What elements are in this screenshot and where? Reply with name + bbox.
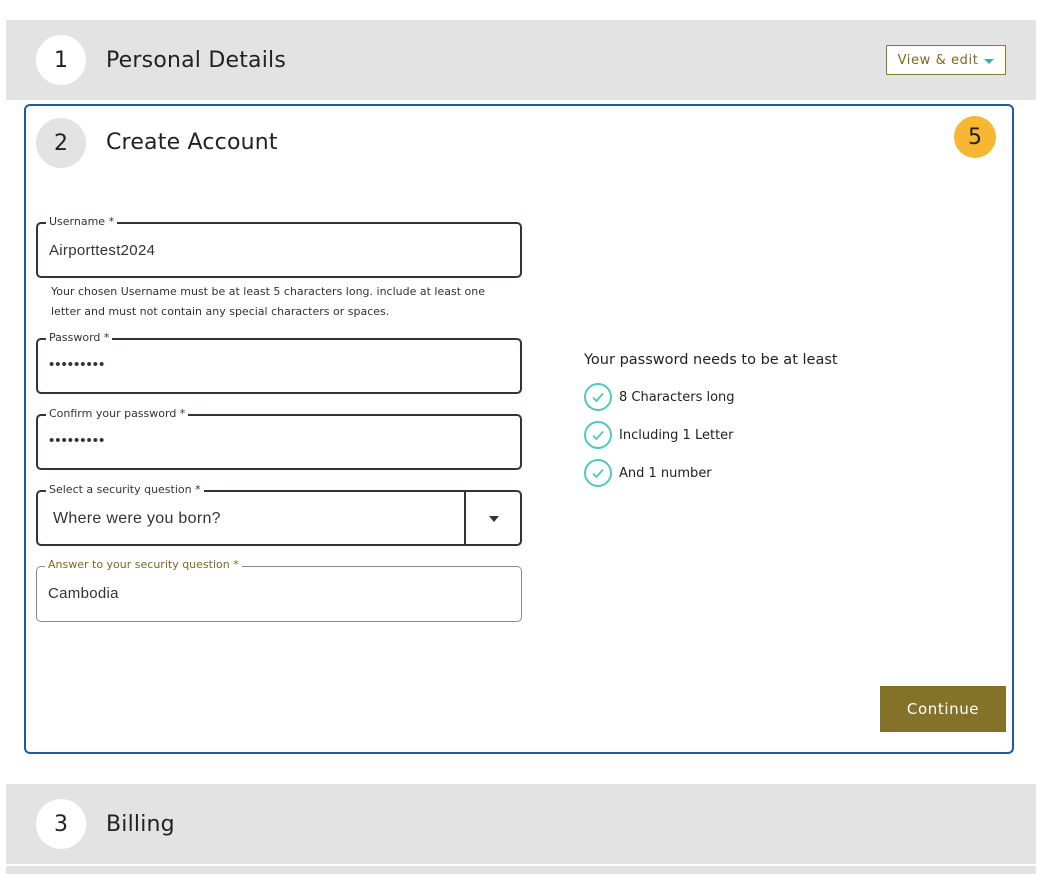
step-number-3: 3 bbox=[36, 799, 86, 849]
security-answer-label: Answer to your security question * bbox=[45, 558, 242, 572]
step-personal-details: 1 Personal Details View & edit bbox=[6, 20, 1036, 100]
view-edit-button[interactable]: View & edit bbox=[886, 45, 1006, 75]
step-title-personal-details: Personal Details bbox=[106, 47, 286, 73]
password-requirements: Your password needs to be at least 8 Cha… bbox=[584, 352, 838, 496]
select-arrow-icon[interactable] bbox=[489, 516, 499, 522]
requirement-text: 8 Characters long bbox=[619, 389, 735, 405]
username-label: Username * bbox=[46, 215, 118, 229]
step-billing: 3 Billing bbox=[6, 784, 1036, 864]
security-answer-field[interactable]: Answer to your security question * Cambo… bbox=[36, 558, 522, 622]
continue-button[interactable]: Continue bbox=[880, 686, 1006, 732]
password-field[interactable]: Password * ••••••••• bbox=[36, 331, 522, 394]
create-account-card: 2 Create Account 5 Username * Airporttes… bbox=[24, 104, 1014, 754]
view-edit-label: View & edit bbox=[897, 52, 979, 68]
check-circle-icon bbox=[584, 459, 612, 487]
requirement-item: Including 1 Letter bbox=[584, 420, 838, 450]
step-number-2: 2 bbox=[36, 118, 86, 168]
username-hint: Your chosen Username must be at least 5 … bbox=[51, 285, 486, 318]
requirement-item: And 1 number bbox=[584, 458, 838, 488]
step-number-1: 1 bbox=[36, 35, 86, 85]
divider bbox=[6, 864, 1036, 874]
confirm-password-label: Confirm your password * bbox=[46, 407, 189, 421]
username-value: Airporttest2024 bbox=[49, 242, 156, 259]
step-title-billing: Billing bbox=[106, 811, 175, 837]
step-title-create-account: Create Account bbox=[106, 130, 278, 155]
caret-down-icon bbox=[984, 58, 995, 64]
password-value: ••••••••• bbox=[49, 356, 106, 373]
step-badge: 5 bbox=[954, 116, 996, 158]
security-question-label: Select a security question * bbox=[46, 483, 204, 497]
password-requirements-title: Your password needs to be at least bbox=[584, 352, 838, 368]
confirm-password-value: ••••••••• bbox=[49, 432, 106, 449]
check-circle-icon bbox=[584, 383, 612, 411]
requirement-text: Including 1 Letter bbox=[619, 427, 734, 443]
confirm-password-field[interactable]: Confirm your password * ••••••••• bbox=[36, 407, 522, 470]
requirement-text: And 1 number bbox=[619, 465, 712, 481]
username-field[interactable]: Username * Airporttest2024 bbox=[36, 215, 522, 278]
select-divider bbox=[464, 492, 466, 544]
security-question-select[interactable]: Select a security question * Where were … bbox=[36, 483, 522, 546]
requirement-item: 8 Characters long bbox=[584, 382, 838, 412]
security-answer-value: Cambodia bbox=[48, 585, 119, 602]
security-question-value: Where were you born? bbox=[53, 510, 221, 527]
check-circle-icon bbox=[584, 421, 612, 449]
password-label: Password * bbox=[46, 331, 113, 345]
